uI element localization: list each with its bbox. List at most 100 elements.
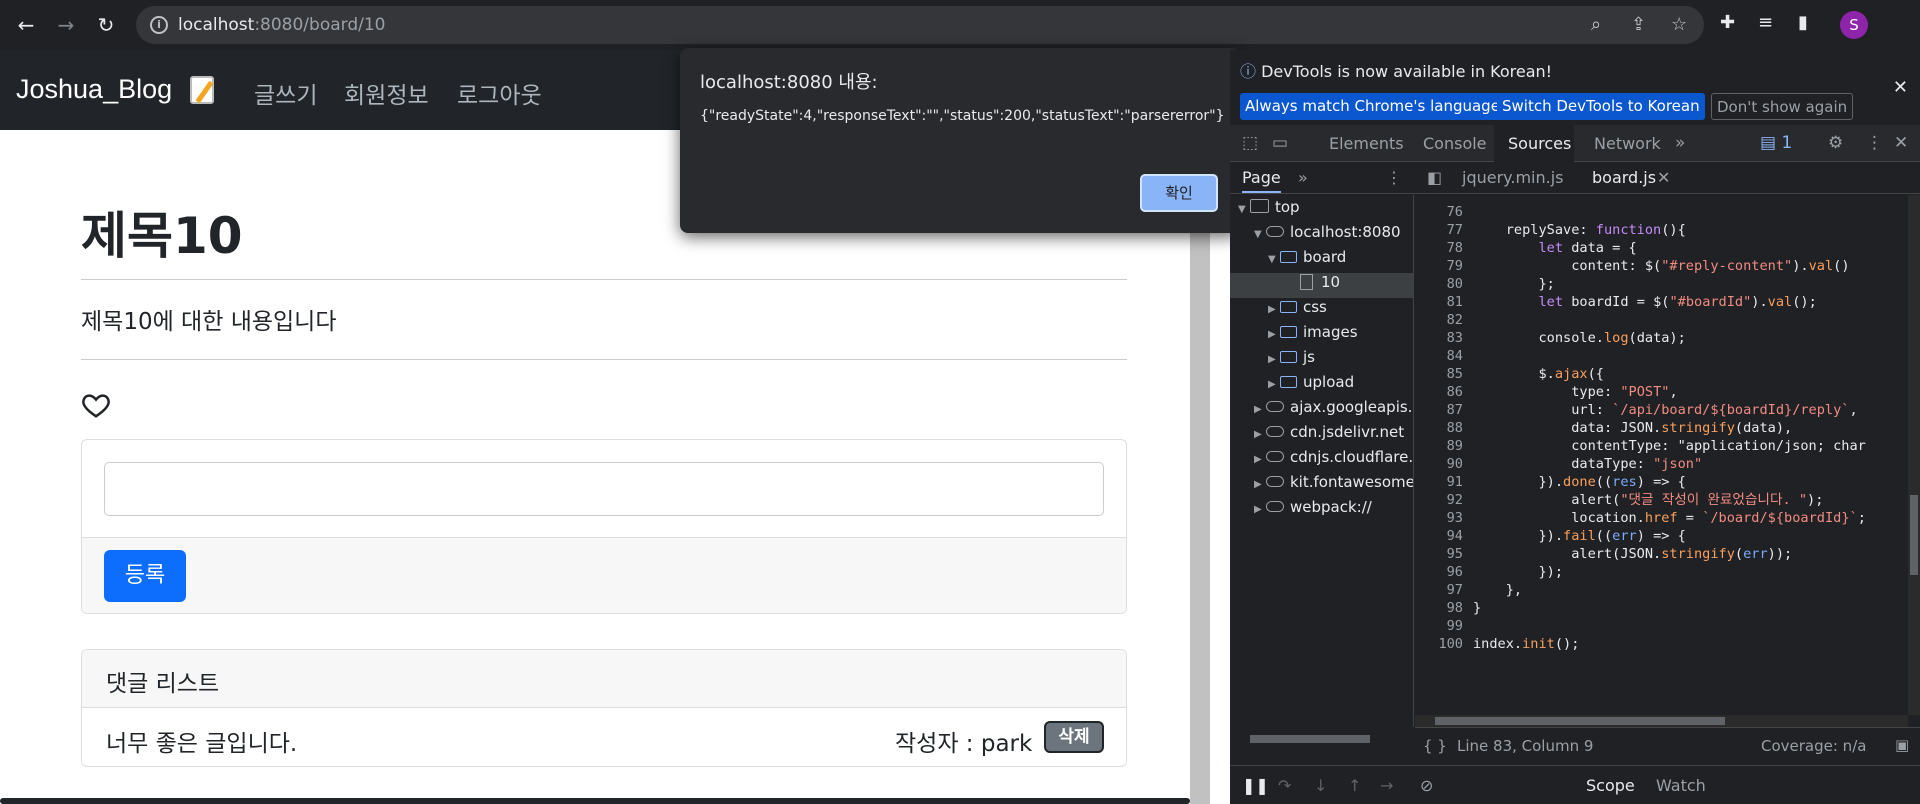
more-navigators-icon[interactable]: » — [1298, 168, 1308, 187]
code-line[interactable]: 88 data: JSON.stringify(data), — [1415, 419, 1866, 437]
submit-reply-button[interactable]: 등록 — [104, 550, 186, 602]
code-line[interactable]: 96 }); — [1415, 563, 1866, 581]
code-line[interactable]: 90 dataType: "json" — [1415, 455, 1866, 473]
more-options-icon[interactable]: ⋮ — [1866, 133, 1883, 153]
tree-item[interactable]: ▼ board — [1268, 248, 1346, 273]
reload-icon[interactable]: ↻ — [92, 11, 120, 39]
match-language-button[interactable]: Always match Chrome's language — [1240, 93, 1505, 120]
step-out-icon[interactable]: ↑ — [1348, 776, 1361, 795]
tree-item[interactable]: ▶ js — [1268, 348, 1315, 373]
code-line[interactable]: 89 contentType: "application/json; char — [1415, 437, 1866, 455]
code-line[interactable]: 77 replySave: function(){ — [1415, 221, 1866, 239]
toggle-navigator-icon[interactable]: ◧ — [1427, 168, 1442, 187]
pretty-print-icon[interactable]: { } — [1423, 737, 1447, 755]
code-line[interactable]: 81 let boardId = $("#boardId").val(); — [1415, 293, 1866, 311]
alert-ok-button[interactable]: 확인 — [1140, 174, 1218, 212]
pause-icon[interactable]: ❚❚ — [1242, 776, 1269, 795]
close-file-tab-icon[interactable]: ✕ — [1657, 168, 1670, 187]
tree-item[interactable]: ▶ css — [1268, 298, 1327, 323]
dont-show-again-button[interactable]: Don't show again — [1711, 93, 1854, 120]
tree-item[interactable]: ▼ top — [1238, 198, 1300, 223]
close-devtools-icon[interactable]: ✕ — [1894, 133, 1908, 153]
tab-scope[interactable]: Scope — [1586, 776, 1635, 795]
nav-logout[interactable]: 로그아웃 — [457, 76, 542, 110]
site-brand[interactable]: Joshua_Blog — [16, 74, 172, 105]
code-line[interactable]: 85 $.ajax({ — [1415, 365, 1866, 383]
tree-item[interactable]: 10 — [1300, 273, 1340, 298]
code-line[interactable]: 97 }, — [1415, 581, 1866, 599]
code-line[interactable]: 92 alert("댓글 작성이 완료었습니다. "); — [1415, 491, 1866, 509]
delete-reply-button[interactable]: 삭제 — [1044, 721, 1104, 753]
code-line[interactable]: 100 index.init(); — [1415, 635, 1866, 653]
settings-gear-icon[interactable]: ⚙ — [1828, 133, 1843, 153]
step-over-icon[interactable]: ↷ — [1278, 776, 1291, 795]
tree-item[interactable]: ▶ webpack:// — [1254, 498, 1372, 523]
more-tabs-icon[interactable]: » — [1675, 133, 1685, 153]
back-icon[interactable]: ← — [12, 11, 40, 39]
navigator-scroll-thumb[interactable] — [1250, 735, 1370, 743]
code-line[interactable]: 99 — [1415, 617, 1866, 635]
tree-item[interactable]: ▶ images — [1268, 323, 1358, 348]
code-line[interactable]: 78 let data = { — [1415, 239, 1866, 257]
tree-item[interactable]: ▶ upload — [1268, 373, 1354, 398]
code-editor[interactable]: 76 77 replySave: function(){78 let data =… — [1415, 195, 1920, 727]
bookmark-star-icon[interactable]: ☆ — [1671, 14, 1687, 35]
code-line[interactable]: 79 content: $("#reply-content").val() — [1415, 257, 1866, 275]
coverage-drawer-icon[interactable]: ▣ — [1895, 736, 1909, 754]
nav-user-info[interactable]: 회원정보 — [344, 76, 429, 110]
editor-vertical-scrollbar[interactable] — [1908, 195, 1920, 715]
switch-korean-button[interactable]: Switch DevTools to Korean — [1497, 93, 1705, 120]
side-panel-icon[interactable]: ▮ — [1798, 12, 1808, 33]
code-line[interactable]: 82 — [1415, 311, 1866, 329]
profile-avatar[interactable]: S — [1840, 11, 1868, 39]
code-line[interactable]: 95 alert(JSON.stringify(err)); — [1415, 545, 1866, 563]
page-tab[interactable]: Page — [1242, 168, 1281, 193]
share-icon[interactable]: ⇪ — [1631, 14, 1646, 35]
navigator-menu-icon[interactable]: ⋮ — [1386, 168, 1402, 187]
forward-icon[interactable]: → — [52, 11, 80, 39]
heart-icon[interactable] — [81, 390, 111, 420]
tab-network[interactable]: Network — [1594, 134, 1661, 153]
address-bar[interactable]: i localhost:8080/board/10 ⌕ ⇪ ☆ — [136, 6, 1704, 44]
tab-elements[interactable]: Elements — [1329, 134, 1404, 153]
editor-horizontal-scrollbar[interactable] — [1415, 715, 1908, 727]
device-toolbar-icon[interactable]: ▭ — [1272, 133, 1288, 153]
nav-write[interactable]: 글쓰기 — [254, 76, 317, 110]
media-queue-icon[interactable]: ≡ — [1758, 12, 1773, 33]
code-line[interactable]: 87 url: `/api/board/${boardId}/reply`, — [1415, 401, 1866, 419]
code-line[interactable]: 86 type: "POST", — [1415, 383, 1866, 401]
tree-item[interactable]: ▶ cdnjs.cloudflare.c — [1254, 448, 1413, 473]
issues-icon[interactable]: ▤ 1 — [1760, 133, 1792, 153]
editor-scroll-thumb[interactable] — [1910, 495, 1918, 575]
step-icon[interactable]: → — [1380, 776, 1393, 795]
tab-sources[interactable]: Sources — [1508, 134, 1571, 153]
code-line[interactable]: 76 — [1415, 203, 1866, 221]
code-line[interactable]: 83 console.log(data); — [1415, 329, 1866, 347]
site-info-icon[interactable]: i — [150, 16, 168, 34]
code-line[interactable]: 93 location.href = `/board/${boardId}`; — [1415, 509, 1866, 527]
reply-textarea[interactable] — [104, 462, 1104, 516]
code-line[interactable]: 84 — [1415, 347, 1866, 365]
memo-icon — [190, 76, 214, 104]
file-tab-jquery[interactable]: jquery.min.js — [1462, 168, 1563, 187]
code-line[interactable]: 91 }).done((res) => { — [1415, 473, 1866, 491]
tree-item[interactable]: ▶ kit.fontawesome. — [1254, 473, 1413, 498]
step-into-icon[interactable]: ↓ — [1314, 776, 1327, 795]
navigator-scrollbar[interactable] — [1230, 733, 1414, 745]
zoom-search-icon[interactable]: ⌕ — [1591, 14, 1601, 35]
tab-watch[interactable]: Watch — [1656, 776, 1706, 795]
tree-item[interactable]: ▶ ajax.googleapis.c — [1254, 398, 1413, 423]
extensions-icon[interactable]: ✚ — [1720, 12, 1735, 33]
editor-hscroll-thumb[interactable] — [1435, 717, 1725, 725]
code-line[interactable]: 94 }).fail((err) => { — [1415, 527, 1866, 545]
tree-item[interactable]: ▼ localhost:8080 — [1254, 223, 1401, 248]
inspect-element-icon[interactable]: ⬚ — [1242, 133, 1258, 153]
code-line[interactable]: 80 }; — [1415, 275, 1866, 293]
file-tab-board[interactable]: board.js — [1592, 168, 1657, 187]
tab-console[interactable]: Console — [1423, 134, 1487, 153]
tree-item[interactable]: ▶ cdn.jsdelivr.net — [1254, 423, 1404, 448]
url-text[interactable]: localhost:8080/board/10 — [178, 15, 385, 35]
deactivate-breakpoints-icon[interactable]: ⊘ — [1420, 776, 1433, 795]
close-icon[interactable]: ✕ — [1893, 77, 1908, 98]
code-line[interactable]: 98} — [1415, 599, 1866, 617]
